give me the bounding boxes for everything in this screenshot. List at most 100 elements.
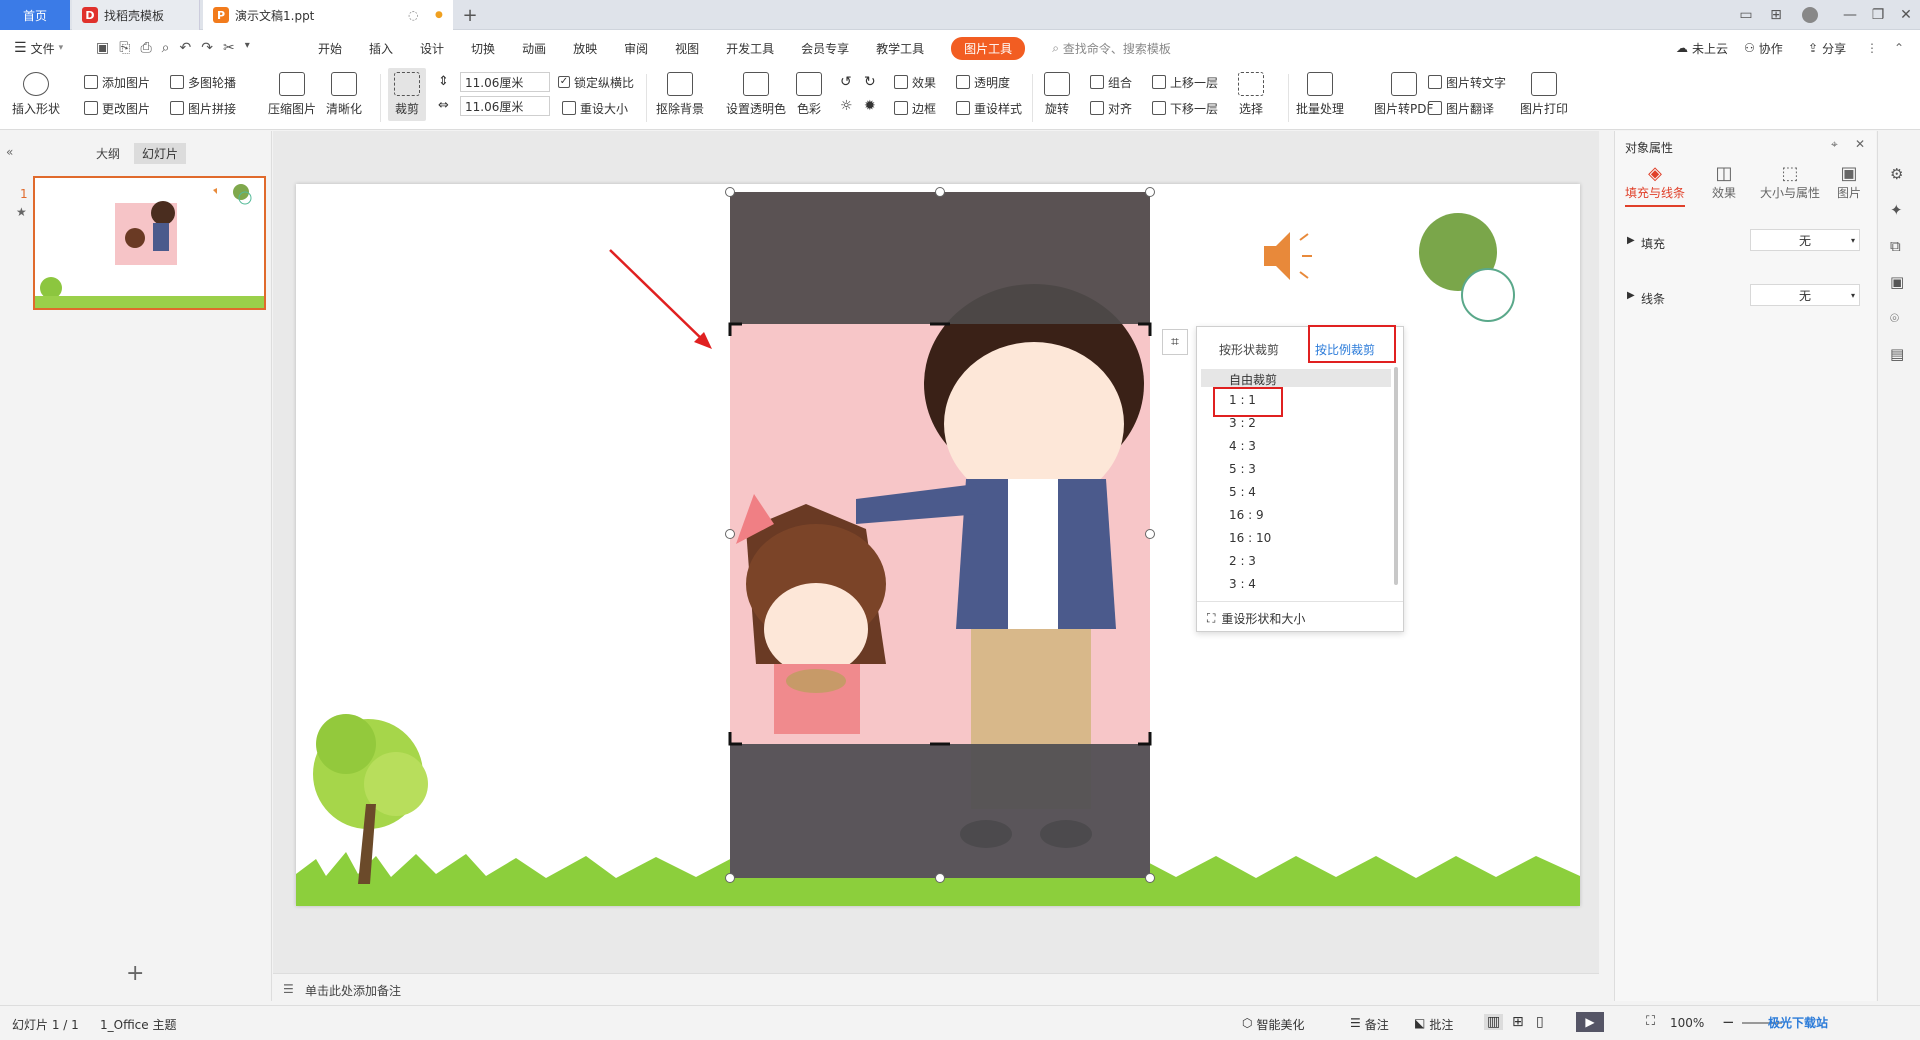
normal-view-icon[interactable]: ▥ (1484, 1014, 1504, 1030)
export-pdf-icon[interactable]: ⎘ (119, 40, 130, 56)
add-picture-button[interactable]: 添加图片 (84, 72, 150, 92)
menu-view[interactable]: 视图 (675, 40, 699, 57)
collab-button[interactable]: ⚇ 协作 (1744, 40, 1783, 57)
tab-effect[interactable]: ◫ 效果 (1699, 163, 1749, 201)
scrollbar[interactable] (1394, 367, 1398, 585)
properties-icon[interactable]: ⚙ (1890, 165, 1903, 183)
cloud-status-icon[interactable]: ◌ (408, 8, 418, 22)
tab-size-properties[interactable]: ⬚ 大小与属性 (1755, 163, 1825, 201)
remove-background-button[interactable]: 抠除背景 (656, 72, 704, 117)
tab-home[interactable]: 首页 (0, 0, 70, 30)
sorter-view-icon[interactable]: ⊞ (1512, 1014, 1524, 1030)
fill-select[interactable]: 无 ▾ (1750, 229, 1860, 251)
menu-slideshow[interactable]: 放映 (573, 40, 597, 57)
rotate-right-icon[interactable]: ↻ (864, 74, 876, 90)
compress-picture-button[interactable]: 压缩图片 (268, 72, 316, 117)
new-tab-icon[interactable]: + (460, 5, 480, 26)
menu-picture-tools[interactable]: 图片工具 (951, 36, 1026, 60)
resize-handle-top[interactable] (935, 187, 945, 197)
reset-style-button[interactable]: 重设样式 (956, 98, 1022, 118)
tab-outline[interactable]: 大纲 (96, 145, 120, 162)
fit-window-icon[interactable]: ⛶ (1646, 1014, 1655, 1029)
notes-toggle[interactable]: ☰ 备注 (1350, 1016, 1389, 1033)
layout-icon[interactable]: ▭ (1736, 5, 1756, 25)
avatar[interactable] (1802, 7, 1818, 23)
clarify-button[interactable]: 清晰化 (326, 72, 362, 117)
transparency-button[interactable]: 透明度 (956, 72, 1010, 92)
color-button[interactable]: 色彩 (796, 72, 822, 117)
picture-splice-button[interactable]: 图片拼接 (170, 98, 236, 118)
more-icon[interactable]: ⋮ (1866, 41, 1878, 55)
height-input[interactable]: 11.06厘米 (460, 72, 550, 92)
apps-grid-icon[interactable]: ⊞ (1766, 5, 1786, 25)
ratio-option-16-10[interactable]: 16 : 10 (1229, 531, 1271, 545)
collapse-pane-icon[interactable]: « (6, 145, 13, 159)
tab-picture[interactable]: ▣ 图片 (1829, 163, 1869, 201)
lock-ratio-checkbox[interactable]: ✓ 锁定纵横比 (558, 72, 634, 92)
format-painter-icon[interactable]: ✂ (223, 40, 235, 56)
undo-icon[interactable]: ↶ (179, 40, 191, 56)
animation-icon[interactable]: ✦ (1890, 201, 1903, 219)
change-picture-button[interactable]: 更改图片 (84, 98, 150, 118)
resize-handle-right[interactable] (1145, 529, 1155, 539)
ratio-option-2-3[interactable]: 2 : 3 (1229, 554, 1256, 568)
resize-handle-bottom-right[interactable] (1145, 873, 1155, 883)
menu-transition[interactable]: 切换 (471, 40, 495, 57)
free-crop-option[interactable]: 自由裁剪 (1229, 371, 1277, 388)
crop-button[interactable]: 裁剪 (388, 68, 426, 121)
tab-templates[interactable]: D 找稻壳模板 (72, 0, 200, 30)
book-icon[interactable]: ▤ (1890, 345, 1904, 363)
menu-design[interactable]: 设计 (420, 40, 444, 57)
line-select[interactable]: 无 ▾ (1750, 284, 1860, 306)
to-pdf-button[interactable]: 图片转PDF (1374, 72, 1433, 117)
zoom-out-icon[interactable]: − (1722, 1013, 1735, 1031)
minimize-icon[interactable]: — (1840, 5, 1860, 25)
tab-slides[interactable]: 幻灯片 (134, 143, 187, 164)
save-icon[interactable]: ▣ (96, 40, 109, 56)
ratio-option-3-4[interactable]: 3 : 4 (1229, 577, 1256, 591)
send-backward-button[interactable]: 下移一层 (1152, 98, 1218, 118)
width-input[interactable]: 11.06厘米 (460, 96, 550, 116)
align-button[interactable]: 对齐 (1090, 98, 1132, 118)
tab-crop-by-shape[interactable]: 按形状裁剪 (1219, 341, 1279, 358)
collapse-ribbon-icon[interactable]: ⌃ (1894, 41, 1904, 55)
rotate-left-icon[interactable]: ↺ (840, 74, 852, 90)
border-button[interactable]: 边框 (894, 98, 936, 118)
gallery-icon[interactable]: ▣ (1890, 273, 1904, 291)
comments-toggle[interactable]: ⬕ 批注 (1414, 1016, 1453, 1033)
to-text-button[interactable]: 图片转文字 (1428, 72, 1506, 92)
tab-fill-line[interactable]: ◈ 填充与线条 (1625, 163, 1685, 207)
resize-handle-bottom-left[interactable] (725, 873, 735, 883)
beautify-button[interactable]: ⬡ 智能美化 (1242, 1016, 1305, 1033)
menu-start[interactable]: 开始 (318, 40, 342, 57)
resize-handle-left[interactable] (725, 529, 735, 539)
effect-button[interactable]: 效果 (894, 72, 936, 92)
ratio-option-5-3[interactable]: 5 : 3 (1229, 462, 1256, 476)
menu-review[interactable]: 审阅 (624, 40, 648, 57)
menu-teaching[interactable]: 教学工具 (876, 40, 924, 57)
insert-shape-button[interactable]: 插入形状 (12, 72, 60, 117)
rotate-button[interactable]: 旋转 (1044, 72, 1070, 117)
restore-icon[interactable]: ❐ (1868, 5, 1888, 25)
resize-handle-top-right[interactable] (1145, 187, 1155, 197)
menu-developer[interactable]: 开发工具 (726, 40, 774, 57)
menu-member[interactable]: 会员专享 (801, 40, 849, 57)
close-icon[interactable]: ✕ (1896, 5, 1916, 25)
resize-handle-bottom[interactable] (935, 873, 945, 883)
print-icon[interactable]: ⎙ (140, 40, 151, 56)
properties-title[interactable]: 对象属性 (1625, 139, 1673, 156)
ratio-option-5-4[interactable]: 5 : 4 (1229, 485, 1256, 499)
share-button[interactable]: ⇪ 分享 (1808, 40, 1846, 57)
ratio-option-16-9[interactable]: 16 : 9 (1229, 508, 1264, 522)
set-transparent-button[interactable]: 设置透明色 (726, 72, 786, 117)
close-pane-icon[interactable]: ✕ (1855, 137, 1865, 151)
slide-thumbnail[interactable] (33, 176, 266, 310)
translate-button[interactable]: 图片翻译 (1428, 98, 1494, 118)
expand-line-icon[interactable]: ▶ (1627, 290, 1635, 301)
ratio-option-3-2[interactable]: 3 : 2 (1229, 416, 1256, 430)
group-button[interactable]: 组合 (1090, 72, 1132, 92)
crop-float-button[interactable]: ⌗ (1162, 329, 1188, 355)
notes-placeholder[interactable]: 单击此处添加备注 (305, 982, 401, 999)
expand-fill-icon[interactable]: ▶ (1627, 235, 1635, 246)
print-picture-button[interactable]: 图片打印 (1520, 72, 1568, 117)
